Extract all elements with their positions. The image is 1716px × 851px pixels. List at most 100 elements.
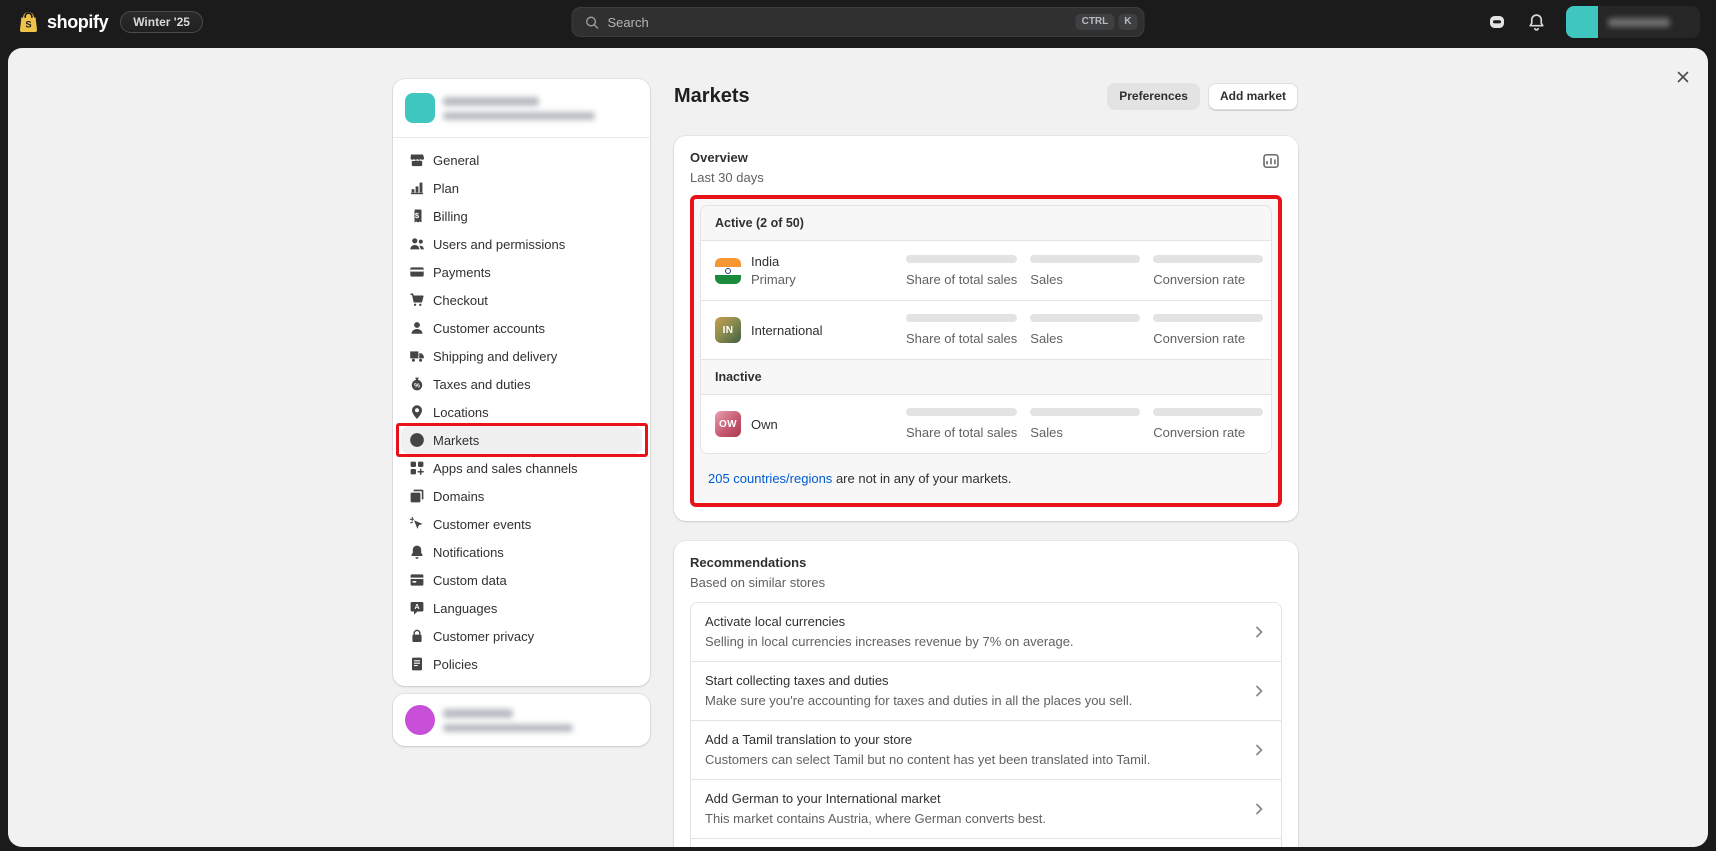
- svg-text:%: %: [414, 382, 420, 389]
- sidebar-item-languages[interactable]: A Languages: [401, 594, 642, 622]
- skeleton-bar: [906, 408, 1017, 416]
- billing-icon: $: [409, 208, 425, 224]
- chevron-right-icon: [1251, 624, 1267, 640]
- checkout-cart-icon: [409, 292, 425, 308]
- recommendations-subtitle: Based on similar stores: [690, 575, 1282, 590]
- store-name-redacted: [1598, 6, 1700, 38]
- market-row-own[interactable]: OW Own Share of total sales Sales Conver…: [701, 394, 1271, 453]
- sidebar-item-users-and-permissions[interactable]: Users and permissions: [401, 230, 642, 258]
- preferences-button[interactable]: Preferences: [1107, 83, 1200, 110]
- sidebar-item-customer-privacy[interactable]: Customer privacy: [401, 622, 642, 650]
- notifications-bell-icon[interactable]: [1527, 13, 1546, 32]
- sidebar-item-policies[interactable]: Policies: [401, 650, 642, 678]
- user-info-redacted: [443, 709, 573, 732]
- cursor-icon: [409, 516, 425, 532]
- skeleton-bar: [1153, 408, 1263, 416]
- overview-card: Overview Last 30 days Active (2 o: [674, 136, 1298, 521]
- market-name: Own: [751, 417, 778, 432]
- screen: S shopify Winter '25 Search CTRL K: [0, 0, 1716, 851]
- ctrl-key-badge: CTRL: [1076, 14, 1115, 30]
- chevron-right-icon: [1251, 742, 1267, 758]
- market-subtitle: Primary: [751, 272, 796, 287]
- sidebar-item-customer-accounts[interactable]: Customer accounts: [401, 314, 642, 342]
- view-report-icon[interactable]: [1260, 150, 1282, 172]
- shopify-logo[interactable]: S shopify: [16, 10, 108, 35]
- sidebar-item-payments[interactable]: Payments: [401, 258, 642, 286]
- globe-icon: [409, 432, 425, 448]
- lock-icon: [409, 628, 425, 644]
- bell-icon: [409, 544, 425, 560]
- settings-sidebar: General Plan $ Billing Users and per: [393, 79, 650, 847]
- recommendation-add-tamil-translation[interactable]: Add a Tamil translation to your store Cu…: [691, 720, 1281, 779]
- search-input[interactable]: Search CTRL K: [572, 7, 1145, 37]
- markets-footer: 205 countries/regions are not in any of …: [700, 454, 1272, 497]
- countries-regions-link[interactable]: 205 countries/regions: [708, 471, 832, 486]
- sidebar-item-billing[interactable]: $ Billing: [401, 202, 642, 230]
- markets-list: Active (2 of 50) India: [700, 205, 1272, 454]
- inactive-section-header: Inactive: [701, 359, 1271, 394]
- chevron-right-icon: [1251, 683, 1267, 699]
- sidebar-item-markets[interactable]: Markets: [401, 426, 642, 454]
- recommendation-collect-taxes-duties[interactable]: Start collecting taxes and duties Make s…: [691, 661, 1281, 720]
- markets-footer-text: are not in any of your markets.: [836, 471, 1012, 486]
- sidebar-item-customer-events[interactable]: Customer events: [401, 510, 642, 538]
- sidebar-item-checkout[interactable]: Checkout: [401, 286, 642, 314]
- store-avatar: [405, 93, 435, 123]
- sidebar-item-plan[interactable]: Plan: [401, 174, 642, 202]
- close-icon[interactable]: [1670, 64, 1696, 93]
- sidekick-icon[interactable]: [1487, 12, 1507, 32]
- market-row-international[interactable]: IN International Share of total sales Sa…: [701, 300, 1271, 359]
- recommendation-add-german[interactable]: Add German to your International market …: [691, 779, 1281, 838]
- markets-page: Markets Preferences Add market Overview …: [674, 79, 1298, 847]
- sidebar-item-domains[interactable]: Domains: [401, 482, 642, 510]
- page-title: Markets: [674, 85, 750, 108]
- sidebar-item-apps-and-sales-channels[interactable]: Apps and sales channels: [401, 454, 642, 482]
- sidebar-item-shipping-and-delivery[interactable]: Shipping and delivery: [401, 342, 642, 370]
- account-menu[interactable]: [1566, 6, 1700, 38]
- recommendation-activate-local-currencies[interactable]: Activate local currencies Selling in loc…: [691, 603, 1281, 661]
- svg-text:A: A: [414, 604, 419, 611]
- india-flag-icon: [715, 258, 741, 284]
- recommendations-list: Activate local currencies Selling in loc…: [690, 602, 1282, 847]
- search-icon: [585, 15, 600, 30]
- winter-25-badge: Winter '25: [120, 11, 203, 33]
- sidebar-item-general[interactable]: General: [401, 146, 642, 174]
- own-market-icon: OW: [715, 411, 741, 437]
- topbar-left: S shopify Winter '25: [16, 10, 203, 35]
- search-shortcut: CTRL K: [1076, 14, 1138, 30]
- overview-subtitle: Last 30 days: [690, 170, 764, 185]
- money-bag-icon: %: [409, 376, 425, 392]
- market-name: India: [751, 254, 796, 269]
- domains-icon: [409, 488, 425, 504]
- pin-icon: [409, 404, 425, 420]
- skeleton-bar: [1153, 314, 1263, 322]
- translate-icon: A: [409, 600, 425, 616]
- add-market-button[interactable]: Add market: [1208, 83, 1298, 110]
- chevron-right-icon: [1251, 801, 1267, 817]
- market-name: International: [751, 323, 823, 338]
- topbar-right: [1487, 6, 1700, 38]
- store-info-redacted: [443, 97, 595, 120]
- users-icon: [409, 236, 425, 252]
- sidebar-panel: General Plan $ Billing Users and per: [393, 79, 650, 686]
- sidebar-item-taxes-and-duties[interactable]: % Taxes and duties: [401, 370, 642, 398]
- skeleton-bar: [1153, 255, 1263, 263]
- store-header: [393, 79, 650, 138]
- sidebar-item-notifications[interactable]: Notifications: [401, 538, 642, 566]
- market-row-india[interactable]: India Primary Share of total sales Sales…: [701, 240, 1271, 300]
- sidebar-item-locations[interactable]: Locations: [401, 398, 642, 426]
- user-card: [393, 694, 650, 746]
- recommendation-add-more-countries[interactable]: Add more countries/regions: [691, 838, 1281, 847]
- search-placeholder: Search: [608, 15, 649, 30]
- recommendations-title: Recommendations: [690, 555, 1282, 570]
- sidebar-item-custom-data[interactable]: Custom data: [401, 566, 642, 594]
- svg-text:S: S: [25, 19, 31, 29]
- recommendations-card: Recommendations Based on similar stores …: [674, 541, 1298, 847]
- overview-title: Overview: [690, 150, 764, 165]
- document-icon: [409, 656, 425, 672]
- settings-nav: General Plan $ Billing Users and per: [393, 138, 650, 686]
- store-avatar: [1566, 6, 1598, 38]
- payments-icon: [409, 264, 425, 280]
- active-section-header: Active (2 of 50): [701, 206, 1271, 240]
- skeleton-bar: [1030, 408, 1140, 416]
